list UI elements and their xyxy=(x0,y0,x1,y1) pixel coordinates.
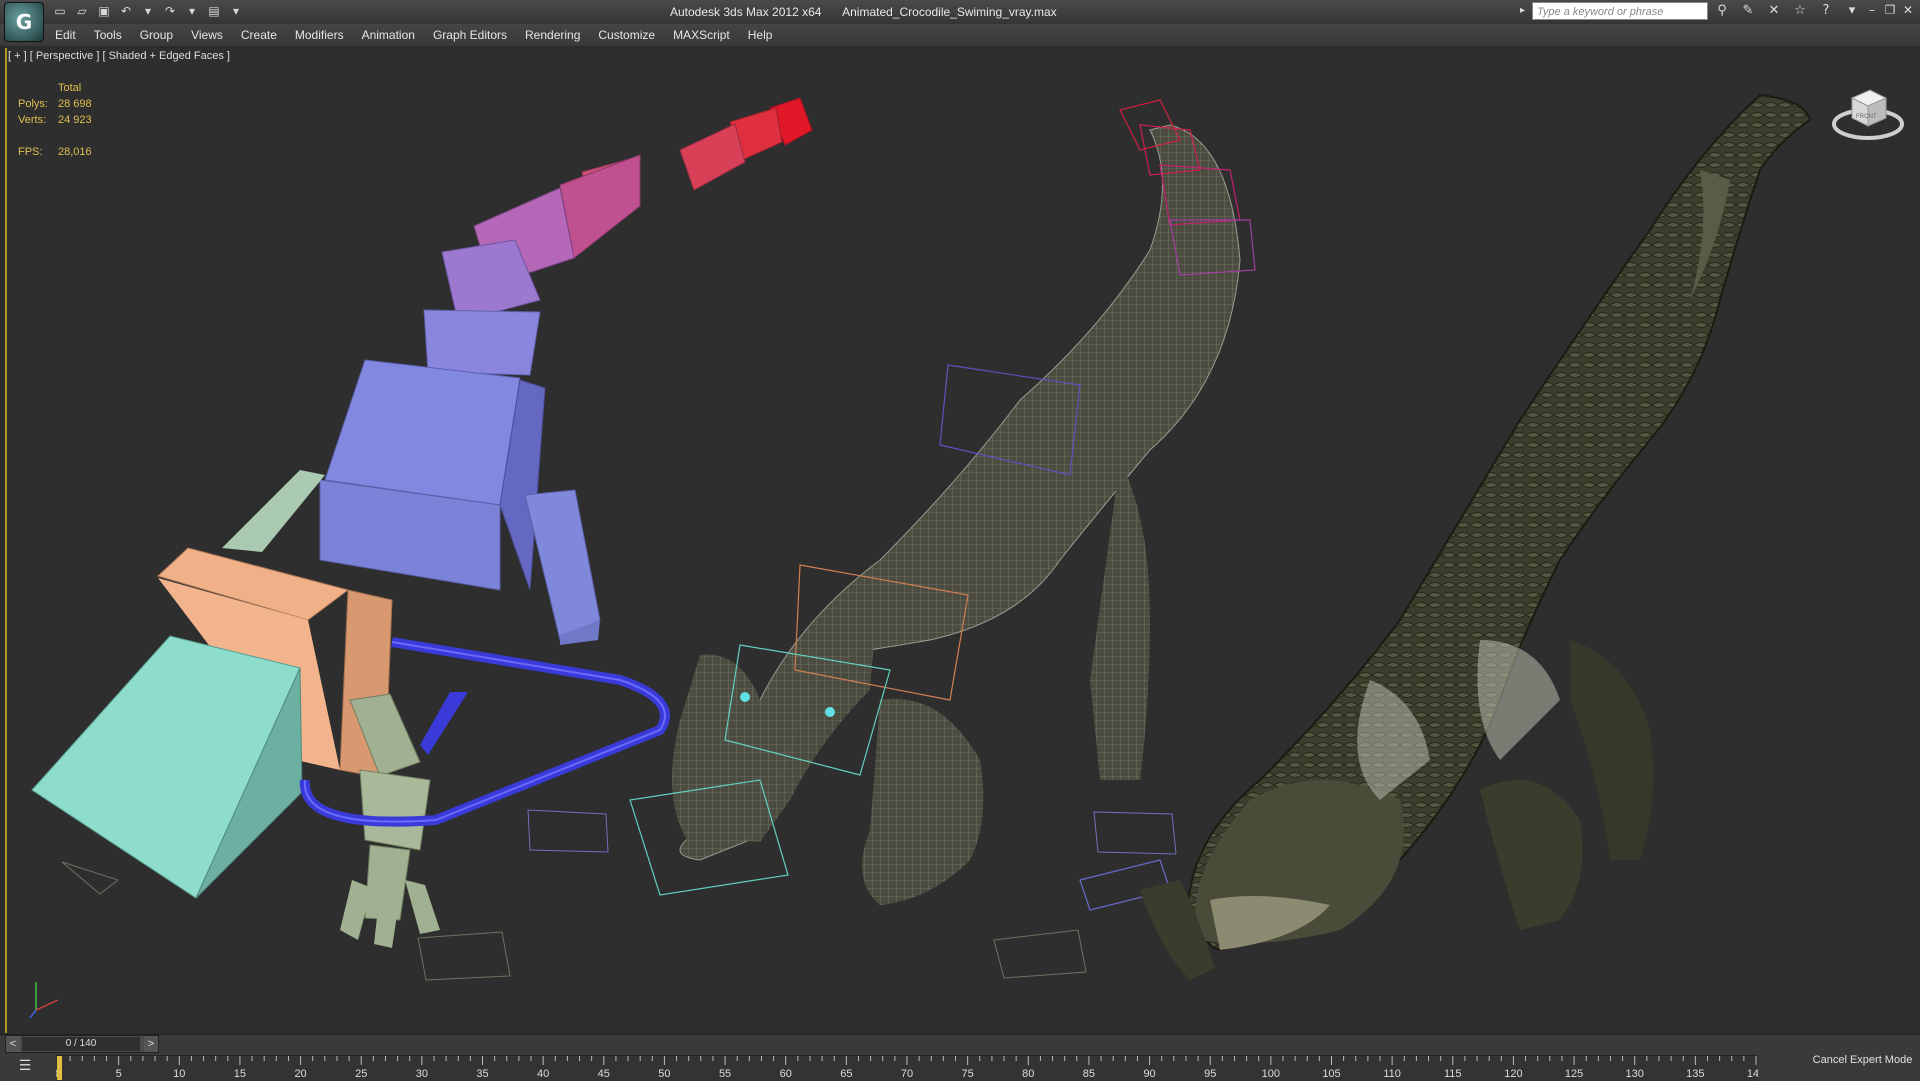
verts-value: 24 923 xyxy=(58,114,92,126)
app-title: Autodesk 3ds Max 2012 x64 xyxy=(670,5,822,19)
dropdown-arrow-icon[interactable]: ▾ xyxy=(140,3,156,19)
viewport-label[interactable]: [ + ] [ Perspective ] [ Shaded + Edged F… xyxy=(8,50,230,62)
menu-rendering[interactable]: Rendering xyxy=(525,28,580,42)
menu-customize[interactable]: Customize xyxy=(598,28,655,42)
project-folder-icon[interactable]: ▤ xyxy=(206,3,222,19)
time-slider-frame-display[interactable]: 0 / 140 xyxy=(22,1037,140,1051)
menu-create[interactable]: Create xyxy=(241,28,277,42)
viewport-statistics: Total Polys: 28 698 Verts: 24 923 FPS: 28,0… xyxy=(18,80,92,160)
ruler-tick-label: 30 xyxy=(416,1068,428,1080)
file-name: Animated_Crocodile_Swiming_vray.max xyxy=(842,5,1057,19)
ruler-tick-label: 80 xyxy=(1022,1068,1034,1080)
menu-edit[interactable]: Edit xyxy=(55,28,76,42)
ruler-tick-label: 70 xyxy=(901,1068,913,1080)
ruler-tick-label: 10 xyxy=(173,1068,185,1080)
ruler-tick-label: 65 xyxy=(840,1068,852,1080)
crocodile-textured-model[interactable] xyxy=(1140,93,1812,980)
minimize-icon[interactable]: – xyxy=(1866,3,1878,17)
ruler-tick-label: 15 xyxy=(234,1068,246,1080)
new-file-icon[interactable]: ▭ xyxy=(52,3,68,19)
redo-icon[interactable]: ↷ xyxy=(162,3,178,19)
menu-help[interactable]: Help xyxy=(748,28,773,42)
current-frame-marker[interactable] xyxy=(57,1056,62,1080)
menu-animation[interactable]: Animation xyxy=(362,28,415,42)
ruler-tick-label: 20 xyxy=(294,1068,306,1080)
menu-modifiers[interactable]: Modifiers xyxy=(295,28,344,42)
ruler-tick-label: 75 xyxy=(962,1068,974,1080)
menu-tools[interactable]: Tools xyxy=(94,28,122,42)
ruler-tick-label: 100 xyxy=(1262,1068,1280,1080)
search-expand-icon[interactable]: ▸ xyxy=(1520,5,1525,16)
ruler-tick-label: 140 xyxy=(1747,1068,1758,1080)
dropdown-arrow-icon[interactable]: ▾ xyxy=(184,3,200,19)
menu-group[interactable]: Group xyxy=(140,28,173,42)
polys-value: 28 698 xyxy=(58,98,92,110)
dropdown-arrow-icon[interactable]: ▾ xyxy=(228,3,244,19)
axis-tripod xyxy=(29,982,59,1019)
crocodile-wireframe-model[interactable] xyxy=(629,99,1256,911)
undo-icon[interactable]: ↶ xyxy=(118,3,134,19)
ruler-tick-label: 125 xyxy=(1565,1068,1583,1080)
ruler-tick-label: 5 xyxy=(116,1068,122,1080)
title-bar: ▭ ▱ ▣ ↶ ▾ ↷ ▾ ▤ ▾ Autodesk 3ds Max 2012 … xyxy=(0,0,1920,24)
help-icon[interactable]: ? xyxy=(1818,3,1834,19)
ruler-tick-label: 40 xyxy=(537,1068,549,1080)
ruler-tick-label: 115 xyxy=(1444,1068,1462,1080)
polys-label: Polys: xyxy=(18,98,48,110)
quick-access-toolbar: ▭ ▱ ▣ ↶ ▾ ↷ ▾ ▤ ▾ xyxy=(52,3,244,21)
menu-graph-editors[interactable]: Graph Editors xyxy=(433,28,507,42)
track-bar-icon[interactable]: ☰ xyxy=(10,1058,40,1078)
fps-value: 28,016 xyxy=(58,146,92,158)
stats-header: Total xyxy=(58,82,82,94)
window-controls: – ❐ ✕ xyxy=(1866,3,1914,17)
menu-bar: Edit Tools Group Views Create Modifiers … xyxy=(0,24,1920,46)
ruler-tick-label: 35 xyxy=(476,1068,488,1080)
menu-maxscript[interactable]: MAXScript xyxy=(673,28,730,42)
save-file-icon[interactable]: ▣ xyxy=(96,3,112,19)
ruler-tick-label: 55 xyxy=(719,1068,731,1080)
menu-views[interactable]: Views xyxy=(191,28,223,42)
ruler-tick-label: 110 xyxy=(1383,1068,1401,1080)
search-input[interactable]: Type a keyword or phrase xyxy=(1532,2,1708,20)
fps-label: FPS: xyxy=(18,146,43,158)
window-title: Autodesk 3ds Max 2012 x64 Animated_Croco… xyxy=(670,5,1075,19)
ruler-tick-label: 25 xyxy=(355,1068,367,1080)
cancel-expert-mode-button[interactable]: Cancel Expert Mode xyxy=(1810,1050,1915,1070)
restore-icon[interactable]: ❐ xyxy=(1884,3,1896,17)
infocenter-toolbar: ⚲ ✎ ✕ ☆ ? ▾ xyxy=(1714,3,1860,19)
ruler-tick-label: 90 xyxy=(1143,1068,1155,1080)
ruler-tick-label: 130 xyxy=(1626,1068,1644,1080)
ruler-tick-label: 105 xyxy=(1322,1068,1340,1080)
ruler-tick-label: 120 xyxy=(1504,1068,1522,1080)
viewcube[interactable]: FRONT xyxy=(1830,78,1906,144)
viewport-scene xyxy=(29,93,1812,1019)
close-icon[interactable]: ✕ xyxy=(1902,3,1914,17)
verts-label: Verts: xyxy=(18,114,47,126)
track-bar-ruler[interactable]: 0510152025303540455055606570758085909510… xyxy=(56,1055,1758,1081)
communication-icon[interactable]: ✕ xyxy=(1766,3,1782,19)
ruler-tick-label: 60 xyxy=(780,1068,792,1080)
application-button-icon[interactable]: G xyxy=(4,2,44,42)
ruler-tick-label: 45 xyxy=(598,1068,610,1080)
dropdown-arrow-icon[interactable]: ▾ xyxy=(1844,3,1860,19)
time-slider-prev-button[interactable]: < xyxy=(6,1036,20,1052)
ruler-tick-label: 50 xyxy=(658,1068,670,1080)
binoculars-icon[interactable]: ⚲ xyxy=(1714,3,1730,19)
ruler-tick-label: 95 xyxy=(1204,1068,1216,1080)
open-file-icon[interactable]: ▱ xyxy=(74,3,90,19)
time-slider-next-button[interactable]: > xyxy=(144,1036,158,1052)
favorites-star-icon[interactable]: ☆ xyxy=(1792,3,1808,19)
ruler-tick-label: 135 xyxy=(1686,1068,1704,1080)
ruler-tick-label: 85 xyxy=(1083,1068,1095,1080)
tools-icon[interactable]: ✎ xyxy=(1740,3,1756,19)
viewcube-label: FRONT xyxy=(1856,114,1877,120)
time-slider[interactable]: < 0 / 140 > xyxy=(5,1035,159,1053)
